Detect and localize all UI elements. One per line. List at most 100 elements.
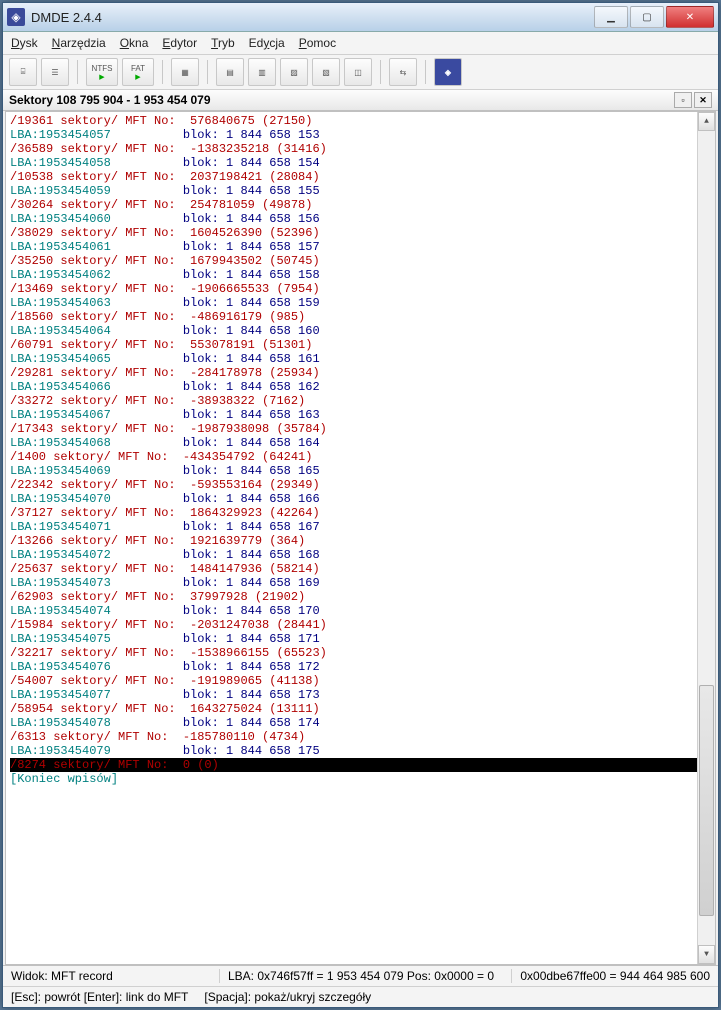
mft-record-header[interactable]: /15984 sektory/ MFT No: -2031247038 (284… xyxy=(10,618,711,632)
disks-icon[interactable]: ☰ xyxy=(41,58,69,86)
mft-record-lba[interactable]: LBA:1953454062 blok: 1 844 658 158 xyxy=(10,268,711,282)
mft-record-header[interactable]: /30264 sektory/ MFT No: 254781059 (49878… xyxy=(10,198,711,212)
mft-record-lba[interactable]: LBA:1953454061 blok: 1 844 658 157 xyxy=(10,240,711,254)
content-area[interactable]: /19361 sektory/ MFT No: 576840675 (27150… xyxy=(5,111,716,965)
tool-icon-4[interactable]: ▨ xyxy=(280,58,308,86)
mft-record-lba[interactable]: LBA:1953454064 blok: 1 844 658 160 xyxy=(10,324,711,338)
mft-record-header[interactable]: /1400 sektory/ MFT No: -434354792 (64241… xyxy=(10,450,711,464)
separator xyxy=(162,60,163,84)
mft-record-lba[interactable]: LBA:1953454069 blok: 1 844 658 165 xyxy=(10,464,711,478)
mft-record-lba[interactable]: LBA:1953454057 blok: 1 844 658 153 xyxy=(10,128,711,142)
mft-record-lba[interactable]: LBA:1953454065 blok: 1 844 658 161 xyxy=(10,352,711,366)
mft-record-lba[interactable]: LBA:1953454063 blok: 1 844 658 159 xyxy=(10,296,711,310)
ntfs-label: NTFS xyxy=(92,64,113,73)
panel-title: Sektory 108 795 904 - 1 953 454 079 xyxy=(9,93,211,107)
play-icon: ▶ xyxy=(99,73,104,81)
menu-okna[interactable]: Okna xyxy=(120,36,149,50)
mft-record-lba[interactable]: LBA:1953454075 blok: 1 844 658 171 xyxy=(10,632,711,646)
panel-close-button[interactable]: ✕ xyxy=(694,92,712,108)
mft-record-lba[interactable]: LBA:1953454068 blok: 1 844 658 164 xyxy=(10,436,711,450)
mft-record-header[interactable]: /32217 sektory/ MFT No: -1538966155 (655… xyxy=(10,646,711,660)
statusbar: Widok: MFT record LBA: 0x746f57ff = 1 95… xyxy=(3,965,718,1007)
mft-record-lba[interactable]: LBA:1953454073 blok: 1 844 658 169 xyxy=(10,576,711,590)
close-button[interactable]: ✕ xyxy=(666,6,714,28)
app-icon: ◈ xyxy=(7,8,25,26)
mft-record-lba[interactable]: LBA:1953454077 blok: 1 844 658 173 xyxy=(10,688,711,702)
tool-icon-5[interactable]: ▧ xyxy=(312,58,340,86)
separator xyxy=(77,60,78,84)
app-window: ◈ DMDE 2.4.4 ▁ ▢ ✕ Dysk Narzędzia Okna E… xyxy=(2,2,719,1008)
mft-record-lba[interactable]: LBA:1953454070 blok: 1 844 658 166 xyxy=(10,492,711,506)
mft-record-header[interactable]: /10538 sektory/ MFT No: 2037198421 (2808… xyxy=(10,170,711,184)
vertical-scrollbar[interactable]: ▲ ▼ xyxy=(697,112,715,964)
mft-record-header[interactable]: /38029 sektory/ MFT No: 1604526390 (5239… xyxy=(10,226,711,240)
menubar: Dysk Narzędzia Okna Edytor Tryb Edycja P… xyxy=(3,32,718,55)
mft-record-header[interactable]: /54007 sektory/ MFT No: -191989065 (4113… xyxy=(10,674,711,688)
fat-button[interactable]: FAT ▶ xyxy=(122,58,154,86)
mft-record-header[interactable]: /36589 sektory/ MFT No: -1383235218 (314… xyxy=(10,142,711,156)
menu-tryb[interactable]: Tryb xyxy=(211,36,235,50)
status-offset: 0x00dbe67ffe00 = 944 464 985 600 xyxy=(512,969,718,983)
menu-edycja[interactable]: Edycja xyxy=(249,36,285,50)
tool-icon-2[interactable]: ▤ xyxy=(216,58,244,86)
scroll-thumb[interactable] xyxy=(699,685,714,916)
window-title: DMDE 2.4.4 xyxy=(31,10,592,25)
mft-record-header[interactable]: /33272 sektory/ MFT No: -38938322 (7162) xyxy=(10,394,711,408)
mft-record-header[interactable]: /17343 sektory/ MFT No: -1987938098 (357… xyxy=(10,422,711,436)
mft-record-selected[interactable]: /8274 sektory/ MFT No: 0 (0) xyxy=(10,758,711,772)
menu-edytor[interactable]: Edytor xyxy=(162,36,197,50)
menu-narzedzia[interactable]: Narzędzia xyxy=(52,36,106,50)
status-hint-space: [Spacja]: pokaż/ukryj szczegóły xyxy=(204,990,371,1004)
minimize-button[interactable]: ▁ xyxy=(594,6,628,28)
titlebar[interactable]: ◈ DMDE 2.4.4 ▁ ▢ ✕ xyxy=(3,3,718,32)
mft-record-header[interactable]: /22342 sektory/ MFT No: -593553164 (2934… xyxy=(10,478,711,492)
mft-record-header[interactable]: /13266 sektory/ MFT No: 1921639779 (364) xyxy=(10,534,711,548)
toolbar: ⌸ ☰ NTFS ▶ FAT ▶ ▦ ▤ ▥ ▨ ▧ ◫ ⇆ ◈ xyxy=(3,55,718,90)
mft-record-lba[interactable]: LBA:1953454072 blok: 1 844 658 168 xyxy=(10,548,711,562)
play-icon: ▶ xyxy=(135,73,140,81)
mft-record-header[interactable]: /62903 sektory/ MFT No: 37997928 (21902) xyxy=(10,590,711,604)
scroll-down-button[interactable]: ▼ xyxy=(698,945,715,964)
mft-record-lba[interactable]: LBA:1953454058 blok: 1 844 658 154 xyxy=(10,156,711,170)
mft-record-lba[interactable]: LBA:1953454079 blok: 1 844 658 175 xyxy=(10,744,711,758)
end-of-records-label: [Koniec wpisów] xyxy=(10,772,711,786)
tool-icon-7[interactable]: ⇆ xyxy=(389,58,417,86)
maximize-button[interactable]: ▢ xyxy=(630,6,664,28)
mft-record-lba[interactable]: LBA:1953454076 blok: 1 844 658 172 xyxy=(10,660,711,674)
tool-icon-6[interactable]: ◫ xyxy=(344,58,372,86)
mft-record-lba[interactable]: LBA:1953454078 blok: 1 844 658 174 xyxy=(10,716,711,730)
tool-icon-1[interactable]: ▦ xyxy=(171,58,199,86)
mft-record-header[interactable]: /13469 sektory/ MFT No: -1906665533 (795… xyxy=(10,282,711,296)
mft-record-header[interactable]: /37127 sektory/ MFT No: 1864329923 (4226… xyxy=(10,506,711,520)
mft-record-lba[interactable]: LBA:1953454066 blok: 1 844 658 162 xyxy=(10,380,711,394)
menu-pomoc[interactable]: Pomoc xyxy=(299,36,336,50)
mft-record-header[interactable]: /35250 sektory/ MFT No: 1679943502 (5074… xyxy=(10,254,711,268)
fat-label: FAT xyxy=(131,64,145,73)
disk-icon[interactable]: ⌸ xyxy=(9,58,37,86)
mft-record-header[interactable]: /18560 sektory/ MFT No: -486916179 (985) xyxy=(10,310,711,324)
status-hint-esc-enter: [Esc]: powrót [Enter]: link do MFT xyxy=(11,990,188,1004)
scroll-track[interactable] xyxy=(698,129,715,947)
status-position: LBA: 0x746f57ff = 1 953 454 079 Pos: 0x0… xyxy=(220,969,512,983)
ntfs-button[interactable]: NTFS ▶ xyxy=(86,58,118,86)
mft-record-lba[interactable]: LBA:1953454074 blok: 1 844 658 170 xyxy=(10,604,711,618)
separator xyxy=(425,60,426,84)
mft-record-header[interactable]: /25637 sektory/ MFT No: 1484147936 (5821… xyxy=(10,562,711,576)
panel-restore-button[interactable]: ▫ xyxy=(674,92,692,108)
mft-record-lba[interactable]: LBA:1953454071 blok: 1 844 658 167 xyxy=(10,520,711,534)
mft-record-header[interactable]: /29281 sektory/ MFT No: -284178978 (2593… xyxy=(10,366,711,380)
menu-dysk[interactable]: Dysk xyxy=(11,36,38,50)
mft-record-lba[interactable]: LBA:1953454059 blok: 1 844 658 155 xyxy=(10,184,711,198)
mft-record-lba[interactable]: LBA:1953454067 blok: 1 844 658 163 xyxy=(10,408,711,422)
mft-record-header[interactable]: /58954 sektory/ MFT No: 1643275024 (1311… xyxy=(10,702,711,716)
logo-icon[interactable]: ◈ xyxy=(434,58,462,86)
mft-record-lba[interactable]: LBA:1953454060 blok: 1 844 658 156 xyxy=(10,212,711,226)
separator xyxy=(207,60,208,84)
tool-icon-3[interactable]: ▥ xyxy=(248,58,276,86)
mft-record-header[interactable]: /19361 sektory/ MFT No: 576840675 (27150… xyxy=(10,114,711,128)
mft-record-header[interactable]: /6313 sektory/ MFT No: -185780110 (4734) xyxy=(10,730,711,744)
separator xyxy=(380,60,381,84)
panel-header: Sektory 108 795 904 - 1 953 454 079 ▫ ✕ xyxy=(3,90,718,111)
status-view: Widok: MFT record xyxy=(3,969,220,983)
mft-record-header[interactable]: /60791 sektory/ MFT No: 553078191 (51301… xyxy=(10,338,711,352)
